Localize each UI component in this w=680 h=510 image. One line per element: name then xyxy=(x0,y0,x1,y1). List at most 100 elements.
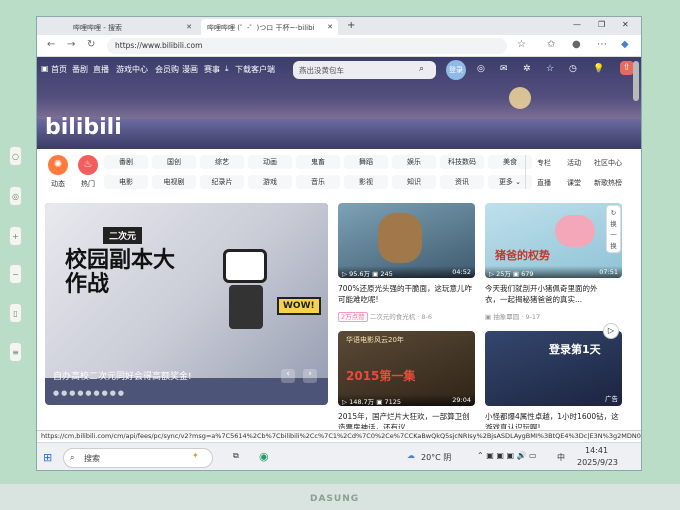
bilibili-logo[interactable]: bilibili xyxy=(45,115,122,140)
scrollbar[interactable] xyxy=(633,61,639,101)
nav-download[interactable]: 下载客户端 xyxy=(235,64,275,75)
refresh-button[interactable]: ↻ 换一换 xyxy=(606,205,621,253)
channel-animation[interactable]: 动画 xyxy=(248,155,292,169)
windows-start-icon[interactable]: ⊞ xyxy=(43,451,52,464)
dynamic-label[interactable]: 动态 xyxy=(46,179,70,189)
nav-mall[interactable]: 会员购 xyxy=(155,64,179,75)
video-card-thumbnail[interactable]: ▷ 95.6万 ▣ 245 04:52 xyxy=(338,203,475,278)
favorites-icon[interactable]: ✩ xyxy=(547,39,555,50)
star-icon[interactable]: ☆ xyxy=(517,39,526,50)
channel-bar: ✺ 动态 ♨ 热门 番剧 国创 综艺 动画 鬼畜 舞蹈 娱乐 科技数码 美食 电… xyxy=(37,149,641,195)
video-card-thumbnail[interactable]: 华语电影风云20年 2015第一集 ▷ 148.7万 ▣ 7125 29:04 xyxy=(338,331,475,406)
close-icon[interactable]: ✕ xyxy=(325,23,333,31)
search-input[interactable]: 燕出没黄包车 xyxy=(293,61,436,79)
video-title[interactable]: 今天我们就剖开小猪佩奇里面的外衣，一起揭秘猪爸爸的真实... xyxy=(485,283,610,305)
views: 148.7万 xyxy=(349,398,375,406)
maximize-icon[interactable]: ❐ xyxy=(598,20,605,29)
channel-music[interactable]: 音乐 xyxy=(296,175,340,189)
creator-icon[interactable]: 💡 xyxy=(593,64,604,74)
prev-arrow-icon[interactable]: ‹ xyxy=(281,369,295,383)
side-button-page[interactable]: ▯ xyxy=(9,303,22,323)
ime-indicator[interactable]: 中 xyxy=(557,452,565,463)
clock-time[interactable]: 14:41 xyxy=(585,446,608,455)
tab-bilibili[interactable]: 哔哩哔哩 (゜-゜)つロ 干杯~-bilibi ✕ xyxy=(201,19,338,35)
channel-knowledge[interactable]: 知识 xyxy=(392,175,436,189)
taskbar-search[interactable]: ⌕ 搜索 xyxy=(63,448,213,468)
minimize-icon[interactable]: — xyxy=(573,20,581,29)
channel-anime[interactable]: 番剧 xyxy=(104,155,148,169)
link-activity[interactable]: 活动 xyxy=(567,158,581,168)
weather-icon[interactable]: ☁ xyxy=(407,451,415,460)
uploader[interactable]: 二次元的食光机 xyxy=(370,313,416,321)
new-tab-button[interactable]: + xyxy=(341,19,361,35)
login-button[interactable]: 登录 xyxy=(446,60,466,80)
channel-tv[interactable]: 电视剧 xyxy=(152,175,196,189)
nav-live[interactable]: 直播 xyxy=(93,64,109,75)
hot-label[interactable]: 热门 xyxy=(76,179,100,189)
channel-entertainment[interactable]: 娱乐 xyxy=(392,155,436,169)
nav-anime[interactable]: 番剧 xyxy=(72,64,88,75)
channel-tech[interactable]: 科技数码 xyxy=(440,155,484,169)
video-title[interactable]: 700%还原光头强的干脆面，这玩意儿咋可能难吃呢! xyxy=(338,283,475,305)
link-hot-songs[interactable]: 新歌热榜 xyxy=(594,178,622,188)
replay-icon[interactable]: ▷ xyxy=(603,323,619,339)
channel-dance[interactable]: 舞蹈 xyxy=(344,155,388,169)
channel-variety[interactable]: 综艺 xyxy=(200,155,244,169)
vip-icon[interactable]: ◎ xyxy=(477,64,485,74)
channel-documentary[interactable]: 纪录片 xyxy=(200,175,244,189)
link-column[interactable]: 专栏 xyxy=(537,158,551,168)
close-icon[interactable]: ✕ xyxy=(186,23,192,31)
uploader[interactable]: 抽象覃圆 xyxy=(493,313,519,321)
reload-icon[interactable]: ↻ xyxy=(87,39,95,50)
link-live[interactable]: 直播 xyxy=(537,178,551,188)
ad-card-thumbnail[interactable]: 登录第1天 广告 xyxy=(485,331,622,406)
close-window-icon[interactable]: ✕ xyxy=(622,20,629,29)
tray-icons[interactable]: ⌃ ▣ ▣ ▣ 🔊 ▭ xyxy=(477,451,537,460)
carousel-dots[interactable]: ●●●●●●●●● xyxy=(53,389,126,397)
edge-icon[interactable]: ◉ xyxy=(259,450,269,463)
tab-search[interactable]: 哔哩哔哩 - 搜索 ✕ xyxy=(67,19,197,35)
channel-movie[interactable]: 电影 xyxy=(104,175,148,189)
device-brand: DASUNG xyxy=(310,494,360,504)
next-arrow-icon[interactable]: › xyxy=(303,369,317,383)
side-button-menu[interactable]: ≡ xyxy=(9,342,22,362)
menu-icon[interactable]: ⋯ xyxy=(597,39,607,50)
ad-title[interactable]: 小怪都爆4属性卓越，1小时1600钻，这游戏真认识玩啊! xyxy=(485,411,622,429)
dynamic-icon[interactable]: ✲ xyxy=(523,64,531,74)
side-button-plus[interactable]: + xyxy=(9,226,22,246)
back-icon[interactable]: ← xyxy=(47,39,55,50)
channel-news[interactable]: 资讯 xyxy=(440,175,484,189)
nav-manga[interactable]: 漫画 xyxy=(182,64,198,75)
message-icon[interactable]: ✉ xyxy=(500,64,508,74)
channel-film[interactable]: 影视 xyxy=(344,175,388,189)
carousel-caption[interactable]: 自办高校二次元同好会得高额奖金! xyxy=(53,369,192,382)
side-button-refresh[interactable]: ◎ xyxy=(9,186,22,206)
profile-icon[interactable]: ● xyxy=(572,39,581,50)
clock-date[interactable]: 2025/9/23 xyxy=(577,458,618,467)
channel-guochuang[interactable]: 国创 xyxy=(152,155,196,169)
history-icon[interactable]: ◷ xyxy=(569,64,577,74)
upload-icon[interactable]: ⇧ xyxy=(620,61,634,75)
task-view-icon[interactable]: ⧉ xyxy=(233,451,239,461)
link-community[interactable]: 社区中心 xyxy=(594,158,622,168)
carousel[interactable]: 二次元 校园副本大作战 WOW! 自办高校二次元同好会得高额奖金! ●●●●●●… xyxy=(45,203,328,405)
video-card-thumbnail[interactable]: 猪爸的权势 ▷ 25万 ▣ 679 07:51 xyxy=(485,203,622,278)
nav-home[interactable]: 首页 xyxy=(51,64,67,75)
channel-game[interactable]: 游戏 xyxy=(248,175,292,189)
search-icon[interactable]: ⌕ xyxy=(419,64,424,74)
video-title[interactable]: 2015年，国产烂片大狂欢，一部算卫创造票房神话，还有议... xyxy=(338,411,475,429)
hot-icon[interactable]: ♨ xyxy=(78,155,98,175)
favorite-icon[interactable]: ☆ xyxy=(546,64,554,74)
side-button-power[interactable]: ○ xyxy=(9,146,22,166)
url-field[interactable]: https://www.bilibili.com xyxy=(107,38,507,54)
sparkle-icon[interactable]: ✦ xyxy=(192,451,199,460)
nav-esports[interactable]: 赛事 xyxy=(204,64,220,75)
dynamic-icon[interactable]: ✺ xyxy=(48,155,68,175)
side-button-minus[interactable]: − xyxy=(9,264,22,284)
forward-icon[interactable]: → xyxy=(67,39,75,50)
channel-guichu[interactable]: 鬼畜 xyxy=(296,155,340,169)
nav-game-center[interactable]: 游戏中心 xyxy=(116,64,148,75)
link-classroom[interactable]: 课堂 xyxy=(567,178,581,188)
copilot-icon[interactable]: ◆ xyxy=(621,39,629,50)
weather-text[interactable]: 20°C 阴 xyxy=(421,452,451,463)
